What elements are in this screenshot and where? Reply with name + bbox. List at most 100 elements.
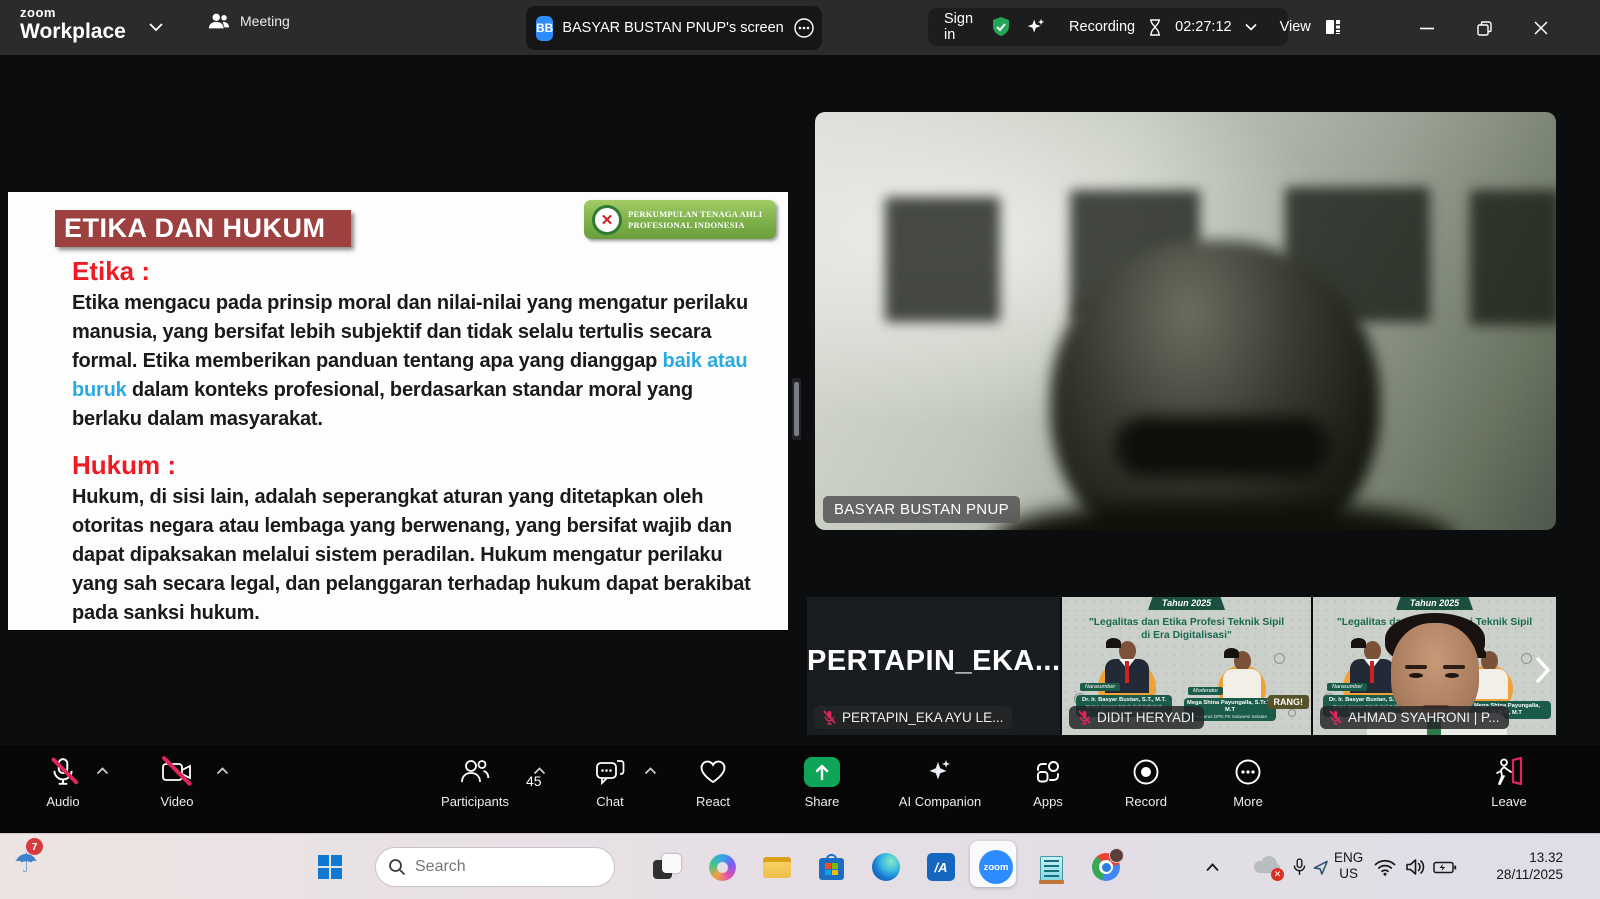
search-icon: [388, 858, 406, 876]
language-line1: ENG: [1334, 850, 1363, 866]
participant-initials-badge: BB: [536, 16, 553, 41]
participants-options-chevron[interactable]: [533, 767, 546, 775]
audio-options-chevron[interactable]: [96, 767, 109, 775]
blue-a-app-icon[interactable]: /A: [924, 850, 958, 884]
chat-label: Chat: [596, 794, 623, 809]
wall-picture: [885, 197, 1000, 322]
workspace-chevron-down-icon[interactable]: [148, 22, 164, 32]
poster-title: "Legalitas dan Etika Profesi Teknik Sipi…: [1066, 616, 1307, 642]
gallery-next-page-button[interactable]: [1528, 648, 1558, 692]
more-label: More: [1233, 794, 1263, 809]
onedrive-error-icon[interactable]: ✕: [1250, 850, 1284, 884]
video-options-chevron[interactable]: [216, 767, 229, 775]
recording-label[interactable]: Recording: [1069, 19, 1135, 35]
window-restore-button[interactable]: [1469, 14, 1499, 42]
zoom-meeting-window: zoom Workplace Meeting BB BASYAR BUSTAN …: [0, 0, 1600, 899]
leave-label: Leave: [1491, 794, 1526, 809]
copilot-app-icon[interactable]: [705, 850, 739, 884]
poster-moderator-figure: [1223, 651, 1261, 699]
react-button[interactable]: React: [658, 755, 768, 809]
sign-in-button[interactable]: Sign in: [944, 11, 973, 43]
slide-title-banner: ETIKA DAN HUKUM: [55, 210, 351, 247]
panel-resize-handle[interactable]: [792, 378, 801, 440]
poster-badge: RANG!: [1268, 695, 1310, 709]
active-speaker-video[interactable]: BASYAR BUSTAN PNUP: [815, 112, 1556, 530]
etika-heading: Etika :: [72, 256, 150, 287]
tab-meeting[interactable]: Meeting: [208, 12, 290, 30]
wall-picture: [1470, 190, 1556, 325]
organization-emblem-icon: ✕: [592, 205, 622, 235]
chat-button[interactable]: Chat: [555, 755, 665, 809]
location-arrow-icon[interactable]: [1308, 850, 1332, 884]
participant-name-label: AHMAD SYAHRONI | P...: [1320, 706, 1509, 729]
battery-icon[interactable]: [1428, 850, 1462, 884]
slide-title: ETIKA DAN HUKUM: [64, 213, 325, 244]
record-button[interactable]: Record: [1091, 755, 1201, 809]
more-icon: [1233, 757, 1263, 787]
speaker-silhouette: [1050, 240, 1380, 530]
task-view-button[interactable]: [650, 850, 684, 884]
tab-shared-screen[interactable]: BB BASYAR BUSTAN PNUP's screen: [526, 6, 822, 50]
microsoft-store-app-icon[interactable]: [814, 850, 848, 884]
participant-tile-pertapin[interactable]: PERTAPIN_EKA... PERTAPIN_EKA AYU LE...: [807, 597, 1060, 735]
participants-count: 45: [526, 773, 542, 789]
apps-icon: [1034, 758, 1062, 786]
meeting-timer: 02:27:12: [1175, 19, 1231, 35]
meeting-people-icon: [208, 12, 230, 30]
audio-button[interactable]: Audio: [8, 755, 118, 809]
language-indicator[interactable]: ENG US: [1334, 850, 1363, 882]
participant-name-label: DIDIT HERYADI: [1069, 706, 1204, 729]
more-button[interactable]: More: [1193, 755, 1303, 809]
share-button[interactable]: Share: [767, 755, 877, 809]
windows-start-button[interactable]: [313, 850, 347, 884]
tray-mic-icon[interactable]: [1288, 850, 1310, 884]
logo-zoom-text: zoom: [20, 6, 126, 20]
edge-browser-app-icon[interactable]: [869, 850, 903, 884]
share-label: Share: [805, 794, 840, 809]
participant-tile-ahmad[interactable]: Tahun 2025 "Legalitas dan Etika Profesi …: [1313, 597, 1556, 735]
window-minimize-button[interactable]: [1412, 14, 1442, 42]
taskbar-clock[interactable]: 13.32 28/11/2025: [1496, 849, 1563, 883]
meeting-toolbar: Audio Video 45 Participants: [0, 745, 1600, 833]
share-screen-icon: [804, 757, 840, 787]
language-line2: US: [1334, 866, 1363, 882]
tray-expand-chevron[interactable]: [1195, 850, 1229, 884]
poster-role2: Moderator: [1188, 687, 1223, 695]
tab-more-options-icon[interactable]: [793, 17, 815, 39]
heart-icon: [698, 758, 728, 786]
view-layout-icon[interactable]: [1324, 18, 1342, 36]
chat-icon: [595, 758, 625, 786]
security-shield-icon[interactable]: [990, 16, 1012, 38]
titlebar-status-group: Sign in Recording 02:27:12 View: [928, 8, 1288, 46]
ai-sparkle-icon[interactable]: [1025, 16, 1047, 38]
timer-hourglass-icon: [1148, 19, 1162, 36]
wifi-icon[interactable]: [1368, 850, 1402, 884]
video-button[interactable]: Video: [122, 755, 232, 809]
participants-button[interactable]: 45 Participants: [420, 755, 530, 809]
chrome-app-icon[interactable]: [1089, 850, 1123, 884]
window-close-button[interactable]: [1526, 14, 1556, 42]
apps-button[interactable]: Apps: [993, 755, 1103, 809]
notification-badge: 7: [26, 838, 43, 855]
windows-taskbar: 7 ☂ /A: [0, 833, 1600, 899]
participant-name-label: PERTAPIN_EKA AYU LE...: [814, 706, 1012, 729]
zoom-app-icon[interactable]: zoom: [979, 850, 1013, 884]
ai-companion-button[interactable]: AI Companion: [885, 755, 995, 809]
search-input[interactable]: [415, 858, 575, 876]
shared-screen-tab-label: BASYAR BUSTAN PNUP's screen: [562, 20, 783, 36]
participants-label: Participants: [441, 794, 509, 809]
view-button-label[interactable]: View: [1280, 19, 1311, 35]
apps-label: Apps: [1033, 794, 1063, 809]
volume-icon[interactable]: [1398, 850, 1432, 884]
participant-tile-didit[interactable]: Tahun 2025 "Legalitas dan Etika Profesi …: [1062, 597, 1311, 735]
participant-name-text: DIDIT HERYADI: [1097, 710, 1195, 725]
chat-options-chevron[interactable]: [644, 767, 657, 775]
timer-chevron-down-icon[interactable]: [1245, 23, 1257, 31]
taskbar-search[interactable]: [375, 847, 615, 887]
participant-name-text: PERTAPIN_EKA AYU LE...: [842, 710, 1003, 725]
notepad-app-icon[interactable]: [1034, 850, 1068, 884]
etika-paragraph: Etika mengacu pada prinsip moral dan nil…: [72, 289, 766, 434]
leave-button[interactable]: Leave: [1454, 755, 1564, 809]
file-explorer-app-icon[interactable]: [760, 850, 794, 884]
hukum-paragraph: Hukum, di sisi lain, adalah seperangkat …: [72, 483, 766, 628]
